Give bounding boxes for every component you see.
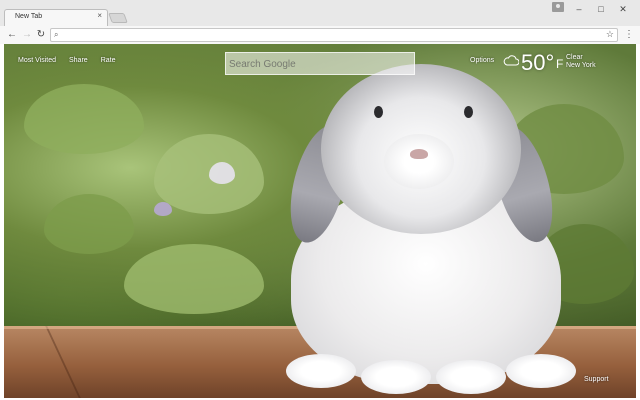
weather-unit: F bbox=[556, 57, 564, 71]
options-link[interactable]: Options bbox=[470, 57, 494, 64]
weather-details: Clear New York bbox=[566, 54, 596, 70]
support-link[interactable]: Support bbox=[584, 376, 609, 383]
most-visited-link[interactable]: Most Visited bbox=[18, 57, 56, 64]
bunny-eye bbox=[374, 106, 383, 118]
weather-location: New York bbox=[566, 62, 596, 69]
flower bbox=[154, 202, 172, 216]
bunny bbox=[276, 54, 606, 394]
browser-menu-button[interactable]: ⋮ bbox=[624, 28, 634, 42]
new-tab-button[interactable] bbox=[108, 13, 128, 23]
address-input[interactable] bbox=[65, 30, 585, 41]
bunny-paw bbox=[506, 354, 576, 388]
search-icon: ⌕ bbox=[54, 30, 59, 39]
cloud-icon bbox=[503, 55, 519, 66]
address-bar[interactable]: ⌕ ☆ bbox=[50, 28, 618, 42]
browser-chrome: New Tab × – □ ✕ ← → ↻ ⌕ ☆ ⋮ bbox=[0, 0, 640, 44]
flower bbox=[209, 162, 235, 184]
search-input[interactable] bbox=[229, 56, 411, 72]
browser-toolbar: ← → ↻ ⌕ ☆ ⋮ bbox=[0, 26, 640, 44]
foliage bbox=[24, 84, 144, 154]
weather-condition: Clear bbox=[566, 54, 583, 61]
forward-button[interactable]: → bbox=[21, 28, 33, 42]
minimize-button[interactable]: – bbox=[572, 3, 586, 15]
foliage bbox=[44, 194, 134, 254]
bunny-muzzle bbox=[384, 134, 454, 189]
close-window-button[interactable]: ✕ bbox=[616, 3, 630, 15]
maximize-button[interactable]: □ bbox=[594, 3, 608, 15]
bookmark-star-icon[interactable]: ☆ bbox=[606, 29, 614, 40]
rate-link[interactable]: Rate bbox=[101, 57, 116, 64]
profile-icon[interactable] bbox=[552, 2, 564, 12]
back-button[interactable]: ← bbox=[6, 28, 18, 42]
bunny-nose bbox=[410, 149, 428, 159]
tab-strip: New Tab × – □ ✕ bbox=[0, 0, 640, 26]
top-nav: Most Visited Share Rate bbox=[18, 57, 115, 64]
tab-close-icon[interactable]: × bbox=[97, 12, 102, 20]
bunny-paw bbox=[361, 360, 431, 394]
bunny-paw bbox=[286, 354, 356, 388]
search-box[interactable] bbox=[225, 52, 415, 75]
weather-temperature: 50° bbox=[521, 50, 555, 75]
bunny-paw bbox=[436, 360, 506, 394]
share-link[interactable]: Share bbox=[69, 57, 88, 64]
tab-title: New Tab bbox=[15, 13, 43, 20]
foliage bbox=[124, 244, 264, 314]
reload-button[interactable]: ↻ bbox=[35, 28, 47, 42]
tab-new-tab[interactable]: New Tab × bbox=[4, 9, 108, 26]
new-tab-page: Most Visited Share Rate Options 50° F Cl… bbox=[4, 44, 636, 398]
bunny-eye bbox=[464, 106, 473, 118]
